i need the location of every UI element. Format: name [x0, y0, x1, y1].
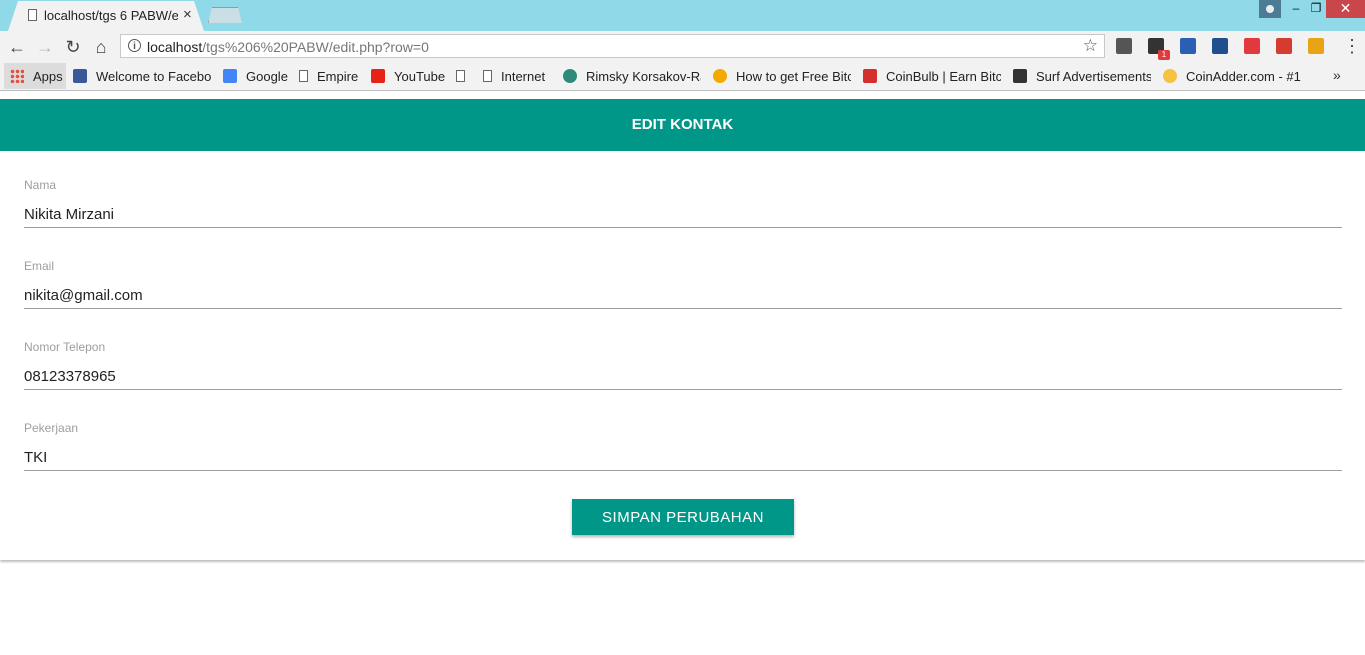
bookmark-star-icon[interactable]: ☆ — [1083, 36, 1098, 56]
phone-input[interactable] — [24, 363, 1342, 390]
bookmark-item[interactable]: CoinAdder.com - #1 F — [1163, 63, 1303, 89]
nama-input[interactable] — [24, 201, 1342, 228]
bookmark-label: CoinBulb | Earn Bitcoi — [886, 68, 1001, 84]
bookmark-label: Empire — [317, 68, 359, 84]
bookmark-apps[interactable]: Apps — [4, 63, 66, 89]
bookmark-item[interactable]: Google — [223, 63, 289, 89]
coin-icon — [1163, 69, 1177, 83]
bookmark-item[interactable]: Empire — [299, 63, 361, 89]
v-icon[interactable] — [1308, 38, 1324, 54]
url-path: /tgs%206%20PABW/edit.php?row=0 — [202, 39, 429, 55]
bookmark-item[interactable]: Internet — [483, 63, 551, 89]
clapper-icon[interactable] — [1180, 38, 1196, 54]
bookmark-label: How to get Free Bitco — [736, 68, 851, 84]
bookmark-item[interactable]: How to get Free Bitco — [713, 63, 851, 89]
page-icon — [299, 70, 308, 82]
url-host: localhost — [147, 39, 203, 55]
bookmark-label: Surf Advertisements | — [1036, 68, 1151, 84]
bookmark-item[interactable]: YouTube — [371, 63, 447, 89]
page-icon — [483, 70, 492, 82]
title-bar: localhost/tgs 6 PABW/edit.php × – ❐ ✕ — [0, 0, 1365, 31]
maximize-button[interactable]: ❐ — [1304, 0, 1328, 18]
job-label: Pekerjaan — [24, 421, 79, 435]
bookmark-label: Rimsky Korsakov-Rac — [586, 68, 701, 84]
browser-toolbar: ← → ↻ ⌂ i localhost/tgs%206%20PABW/edit.… — [0, 31, 1365, 63]
new-tab-button[interactable] — [208, 7, 242, 23]
field-phone: Nomor Telepon — [24, 313, 1342, 394]
bookmark-item[interactable]: Surf Advertisements | — [1013, 63, 1151, 89]
bookmark-label: YouTube — [394, 68, 446, 84]
email-label: Email — [24, 259, 55, 273]
video-icon[interactable] — [1276, 38, 1292, 54]
field-nama: Nama — [24, 151, 1342, 232]
email-input[interactable] — [24, 282, 1342, 309]
page-title: EDIT KONTAK — [0, 99, 1365, 151]
bookmark-label: Google — [246, 68, 288, 84]
camera-icon[interactable] — [1212, 38, 1228, 54]
phone-label: Nomor Telepon — [24, 340, 106, 354]
extension-badge: 1 — [1158, 50, 1170, 60]
bookmark-label: Welcome to Faceboo — [96, 68, 211, 84]
globe-icon — [563, 69, 577, 83]
youtube-icon — [371, 69, 385, 83]
facebook-icon — [73, 69, 87, 83]
record-icon[interactable] — [1244, 38, 1260, 54]
browser-menu-icon[interactable]: ⋮ — [1343, 36, 1361, 57]
bookmark-item[interactable]: CoinBulb | Earn Bitcoi — [863, 63, 1001, 89]
reload-icon[interactable]: ↻ — [62, 36, 84, 58]
close-window-button[interactable]: ✕ — [1326, 0, 1365, 18]
apps-grid-icon — [10, 69, 24, 83]
user-profile-icon[interactable] — [1259, 0, 1281, 18]
bitcoin-icon — [713, 69, 727, 83]
edit-contact-form: Nama Email Nomor Telepon Pekerjaan SIMPA… — [0, 151, 1365, 560]
bookmark-item[interactable] — [456, 63, 476, 89]
job-input[interactable] — [24, 444, 1342, 471]
bookmark-label: Internet — [501, 68, 546, 84]
bookmarks-bar: Apps Welcome to Faceboo Google Empire YouTu… — [0, 63, 1365, 91]
page-icon — [28, 9, 37, 21]
site-info-icon[interactable]: i — [128, 39, 141, 52]
url-text[interactable]: localhost/tgs%206%20PABW/edit.php?row=0 — [147, 39, 429, 55]
save-changes-button[interactable]: SIMPAN PERUBAHAN — [572, 499, 794, 535]
bookmark-item[interactable]: Welcome to Faceboo — [73, 63, 211, 89]
bookmark-label: CoinAdder.com - #1 F — [1186, 68, 1303, 84]
more-bookmarks-icon[interactable]: » — [1333, 67, 1341, 83]
screenshot-icon[interactable] — [1116, 38, 1132, 54]
google-icon — [223, 69, 237, 83]
address-bar[interactable]: i localhost/tgs%206%20PABW/edit.php?row=… — [120, 34, 1105, 58]
back-icon[interactable]: ← — [6, 36, 28, 58]
field-job: Pekerjaan — [24, 394, 1342, 475]
home-icon[interactable]: ⌂ — [90, 36, 112, 58]
bookmark-label: Apps — [33, 68, 63, 84]
tab-title: localhost/tgs 6 PABW/edit.php — [44, 8, 178, 23]
tab-close-icon[interactable]: × — [183, 6, 192, 24]
field-email: Email — [24, 232, 1342, 313]
surf-icon — [1013, 69, 1027, 83]
browser-tab[interactable]: localhost/tgs 6 PABW/edit.php × — [8, 1, 204, 31]
bookmark-item[interactable]: Rimsky Korsakov-Rac — [563, 63, 701, 89]
nama-label: Nama — [24, 178, 57, 192]
forward-icon[interactable]: → — [34, 36, 56, 58]
page-icon — [456, 70, 465, 82]
coinbulb-icon — [863, 69, 877, 83]
